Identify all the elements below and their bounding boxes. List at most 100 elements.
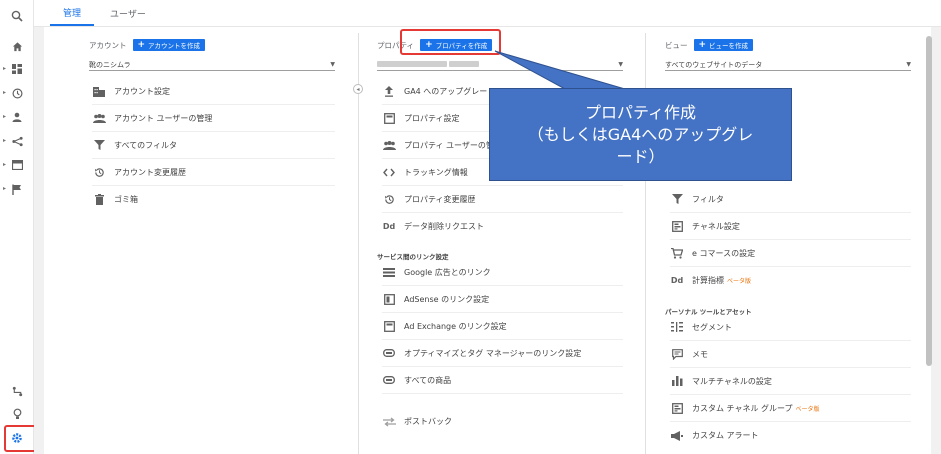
row-label: セグメント: [692, 322, 732, 332]
property-selector[interactable]: ▼: [377, 59, 623, 71]
row-label: 計算指標: [692, 276, 724, 285]
tab-user[interactable]: ユーザー: [108, 0, 148, 26]
dropdown-arrow-icon: ▼: [906, 61, 911, 68]
gear-highlight-box: [4, 425, 38, 452]
property-history-row[interactable]: プロパティ変更履歴: [382, 186, 623, 213]
adsense-link-row[interactable]: AdSense のリンク設定: [382, 286, 623, 313]
link-icon: [382, 346, 396, 360]
view-selected: すべてのウェブサイトのデータ: [665, 60, 763, 69]
ads-icon: [382, 265, 396, 279]
dashboard-icon[interactable]: [9, 61, 25, 77]
create-view-button[interactable]: + ビューを作成: [693, 39, 754, 51]
row-label: アカウント ユーザーの管理: [114, 113, 213, 123]
collapse-column-toggle[interactable]: ◂: [353, 84, 363, 94]
dd-icon: Dd: [382, 222, 396, 231]
view-column-header: ビュー + ビューを作成: [665, 39, 754, 51]
view-label: ビュー: [665, 40, 688, 50]
row-label: チャネル設定: [692, 221, 740, 231]
caret-right-icon: ▸: [3, 65, 7, 72]
dropdown-arrow-icon: ▼: [618, 61, 623, 68]
google-ads-link-row[interactable]: Google 広告とのリンク: [382, 259, 623, 286]
trash-row[interactable]: ゴミ箱: [92, 186, 335, 213]
clock-icon[interactable]: [9, 85, 25, 101]
acquisition-icon[interactable]: [9, 133, 25, 149]
account-selector[interactable]: 靴のニシムラ ▼: [89, 59, 335, 71]
row-label: プロパティ ユーザーの管: [404, 140, 494, 150]
vertical-scrollbar[interactable]: [926, 36, 932, 366]
search-icon[interactable]: [9, 8, 25, 24]
dd-icon: Dd: [670, 276, 684, 285]
ad-exchange-link-row[interactable]: Ad Exchange のリンク設定: [382, 313, 623, 340]
optimize-tagmanager-link-row[interactable]: オプティマイズとタグ マネージャーのリンク設定: [382, 340, 623, 367]
segments-row[interactable]: セグメント: [670, 314, 911, 341]
all-filters-row[interactable]: すべてのフィルタ: [92, 132, 335, 159]
caret-right-icon: ▸: [3, 89, 7, 96]
row-label: ポストバック: [404, 417, 452, 426]
row-label: すべてのフィルタ: [114, 140, 177, 150]
postback-row[interactable]: ポストバック: [382, 408, 623, 435]
person-icon[interactable]: [9, 109, 25, 125]
row-label: e コマースの設定: [692, 248, 756, 258]
ecommerce-settings-row[interactable]: e コマースの設定: [670, 240, 911, 267]
row-label: カスタム アラート: [692, 431, 759, 440]
all-products-row[interactable]: すべての商品: [382, 367, 623, 394]
account-settings-row[interactable]: アカウント設定: [92, 78, 335, 105]
multichannel-settings-row[interactable]: マルチチャネルの設定: [670, 368, 911, 395]
admin-panel: アカウント + アカウントを作成 靴のニシムラ ▼ アカウント設定 アカウント ユ…: [44, 27, 931, 454]
row-label: プロパティ変更履歴: [404, 194, 476, 204]
custom-alerts-row[interactable]: カスタム アラート: [670, 422, 911, 449]
data-deletion-row[interactable]: Dd データ削除リクエスト: [382, 213, 623, 240]
row-label: Ad Exchange のリンク設定: [404, 321, 507, 331]
people-icon: [92, 111, 106, 125]
row-label: GA4 へのアップグレード: [404, 86, 496, 96]
callout-line-3: ード）: [616, 146, 665, 166]
building-icon: [92, 84, 106, 98]
square-icon: [382, 111, 396, 125]
row-label: フィルタ: [692, 194, 724, 204]
channel-icon: [670, 401, 684, 415]
row-label: プロパティ設定: [404, 113, 460, 123]
row-label: アカウント設定: [114, 86, 170, 96]
upload-icon: [382, 84, 396, 98]
callout-box: プロパティ作成 （もしくはGA4へのアップグレ ード）: [489, 88, 792, 181]
lightbulb-icon[interactable]: [9, 406, 25, 422]
callout-line-2: （もしくはGA4へのアップグレ: [527, 124, 754, 144]
row-label: トラッキング情報: [404, 167, 468, 177]
account-users-row[interactable]: アカウント ユーザーの管理: [92, 105, 335, 132]
caret-right-icon: ▸: [3, 137, 7, 144]
history-icon: [92, 165, 106, 179]
row-label: すべての商品: [404, 375, 452, 385]
create-account-button[interactable]: + アカウントを作成: [132, 39, 206, 51]
top-bar: 管理 ユーザー: [34, 0, 941, 27]
property-selected-redacted: [377, 60, 480, 69]
create-property-highlight-box: [400, 29, 501, 55]
create-view-label: ビューを作成: [709, 42, 749, 50]
segment-icon: [670, 320, 684, 334]
plus-icon: +: [698, 39, 707, 50]
filter-icon: [92, 138, 106, 152]
swap-icon: [382, 415, 396, 429]
attribution-icon[interactable]: [9, 383, 25, 399]
row-label: Google 広告とのリンク: [404, 267, 491, 277]
row-label: アカウント変更履歴: [114, 167, 186, 177]
caret-right-icon: ▸: [3, 185, 7, 192]
row-label: オプティマイズとタグ マネージャーのリンク設定: [404, 348, 582, 358]
adsense-icon: [382, 292, 396, 306]
account-history-row[interactable]: アカウント変更履歴: [92, 159, 335, 186]
notes-row[interactable]: メモ: [670, 341, 911, 368]
view-filter-row[interactable]: フィルタ: [670, 186, 911, 213]
home-icon[interactable]: [9, 38, 25, 54]
view-selector[interactable]: すべてのウェブサイトのデータ ▼: [665, 59, 911, 71]
tab-admin[interactable]: 管理: [50, 0, 95, 26]
column-divider: [358, 33, 359, 454]
custom-channel-group-row[interactable]: カスタム チャネル グループ ベータ版: [670, 395, 911, 422]
behavior-icon[interactable]: [9, 157, 25, 173]
callout-line-1: プロパティ作成: [584, 102, 697, 122]
create-account-label: アカウントを作成: [148, 42, 201, 50]
plus-icon: +: [137, 39, 146, 50]
calculated-metrics-row[interactable]: Dd 計算指標 ベータ版: [670, 267, 911, 294]
history-icon: [382, 192, 396, 206]
channel-settings-row[interactable]: チャネル設定: [670, 213, 911, 240]
flag-icon[interactable]: [9, 181, 25, 197]
row-label: メモ: [692, 349, 708, 359]
